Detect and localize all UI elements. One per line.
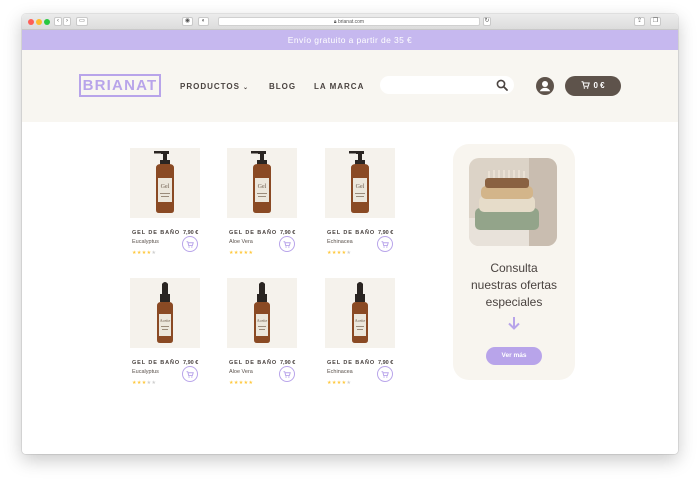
maximize-window-button[interactable] bbox=[44, 19, 50, 25]
rating-stars: ★★★★★ bbox=[327, 380, 352, 386]
share-icon[interactable]: ⇪ bbox=[634, 17, 645, 26]
tabs-icon[interactable]: ❐ bbox=[650, 17, 661, 26]
browser-window: ‹ › ▭ ◉ ◐ 🔒︎ brianat.com ↻ ⇪ ❐ Envío gra… bbox=[22, 14, 678, 454]
add-to-cart-button[interactable] bbox=[377, 236, 393, 252]
product-name[interactable]: GEL DE BAÑO bbox=[132, 360, 180, 366]
add-to-cart-button[interactable] bbox=[279, 366, 295, 382]
rating-stars: ★★★★★ bbox=[229, 380, 254, 386]
product-variant: Aloe Vera bbox=[229, 239, 253, 245]
svg-text:Aceite: Aceite bbox=[160, 318, 171, 323]
user-account-icon[interactable] bbox=[536, 77, 554, 95]
arrow-down-icon bbox=[508, 317, 520, 330]
product-image[interactable]: Gel bbox=[325, 148, 395, 218]
svg-text:Gel: Gel bbox=[161, 184, 170, 190]
product-card[interactable]: Gel GEL DE BAÑO 7,90 € Eucalyptus ★★★★★ bbox=[130, 148, 202, 256]
cart-icon bbox=[581, 81, 591, 89]
nav-blog[interactable]: BLOG bbox=[269, 82, 296, 91]
add-to-cart-button[interactable] bbox=[182, 366, 198, 382]
product-name[interactable]: GEL DE BAÑO bbox=[132, 230, 180, 236]
lock-icon: 🔒︎ bbox=[333, 19, 337, 25]
search-icon[interactable] bbox=[496, 79, 508, 91]
rating-stars: ★★★★★ bbox=[229, 250, 254, 256]
privacy-icon[interactable]: ◉ bbox=[182, 17, 193, 26]
product-variant: Echinacea bbox=[327, 369, 353, 375]
site-header: BRIANAT PRODUCTOS ⌄ BLOG LA MARCA 0 € bbox=[22, 50, 678, 122]
product-name[interactable]: GEL DE BAÑO bbox=[327, 230, 375, 236]
product-card[interactable]: Aceite GEL DE BAÑO 7,90 € Eucalyptus ★★★★★ bbox=[130, 278, 202, 386]
product-image[interactable]: Aceite bbox=[325, 278, 395, 348]
offers-text: Consulta nuestras ofertas especiales bbox=[453, 260, 575, 311]
cart-icon bbox=[186, 370, 194, 378]
product-name[interactable]: GEL DE BAÑO bbox=[229, 230, 277, 236]
offers-text-line: Consulta bbox=[490, 261, 538, 275]
product-variant: Eucalyptus bbox=[132, 239, 159, 245]
product-variant: Eucalyptus bbox=[132, 369, 159, 375]
main-content: Gel GEL DE BAÑO 7,90 € Eucalyptus ★★★★★ Gel GE… bbox=[22, 122, 678, 454]
rating-stars: ★★★★★ bbox=[132, 250, 157, 256]
product-card[interactable]: Aceite GEL DE BAÑO 7,90 € Echinacea ★★★★★ bbox=[325, 278, 397, 386]
search-input[interactable] bbox=[380, 76, 514, 94]
offers-text-line: especiales bbox=[485, 295, 543, 309]
product-card[interactable]: Gel GEL DE BAÑO 7,90 € Echinacea ★★★★★ bbox=[325, 148, 397, 256]
promo-banner: Envío gratuito a partir de 35 € bbox=[22, 30, 678, 50]
cart-icon bbox=[283, 370, 291, 378]
minimize-window-button[interactable] bbox=[36, 19, 42, 25]
product-image[interactable]: Aceite bbox=[227, 278, 297, 348]
add-to-cart-button[interactable] bbox=[279, 236, 295, 252]
address-text: brianat.com bbox=[337, 19, 365, 25]
cart-icon bbox=[381, 370, 389, 378]
cart-icon bbox=[186, 240, 194, 248]
cart-icon bbox=[381, 240, 389, 248]
nav-la-marca[interactable]: LA MARCA bbox=[314, 82, 364, 91]
soap-image bbox=[469, 158, 557, 246]
add-to-cart-button[interactable] bbox=[182, 236, 198, 252]
product-name[interactable]: GEL DE BAÑO bbox=[229, 360, 277, 366]
nav-productos-label: PRODUCTOS bbox=[180, 82, 240, 91]
cart-total: 0 € bbox=[593, 81, 605, 90]
browser-titlebar: ‹ › ▭ ◉ ◐ 🔒︎ brianat.com ↻ ⇪ ❐ bbox=[22, 14, 678, 30]
cart-icon bbox=[283, 240, 291, 248]
sidebar-icon[interactable]: ▭ bbox=[76, 17, 88, 26]
product-image[interactable]: Gel bbox=[227, 148, 297, 218]
back-icon[interactable]: ‹ bbox=[54, 17, 62, 26]
cart-button[interactable]: 0 € bbox=[565, 76, 621, 96]
offers-text-line: nuestras ofertas bbox=[470, 278, 558, 292]
forward-icon[interactable]: › bbox=[63, 17, 71, 26]
svg-text:Aceite: Aceite bbox=[355, 318, 366, 323]
reload-icon[interactable]: ↻ bbox=[483, 17, 491, 26]
product-card[interactable]: Aceite GEL DE BAÑO 7,90 € Aloe Vera ★★★★★ bbox=[227, 278, 299, 386]
product-variant: Echinacea bbox=[327, 239, 353, 245]
svg-text:Gel: Gel bbox=[356, 184, 365, 190]
offers-card: Consulta nuestras ofertas especiales Ver… bbox=[453, 144, 575, 380]
brand-logo[interactable]: BRIANAT bbox=[79, 74, 161, 97]
promo-text: Envío gratuito a partir de 35 € bbox=[287, 35, 413, 45]
reader-icon[interactable]: ◐ bbox=[198, 17, 209, 26]
product-image[interactable]: Gel bbox=[130, 148, 200, 218]
rating-stars: ★★★★★ bbox=[327, 250, 352, 256]
nav-productos[interactable]: PRODUCTOS ⌄ bbox=[180, 82, 249, 91]
address-bar[interactable]: 🔒︎ brianat.com bbox=[218, 17, 480, 26]
svg-text:Gel: Gel bbox=[258, 184, 267, 190]
add-to-cart-button[interactable] bbox=[377, 366, 393, 382]
rating-stars: ★★★★★ bbox=[132, 380, 157, 386]
product-variant: Aloe Vera bbox=[229, 369, 253, 375]
product-image[interactable]: Aceite bbox=[130, 278, 200, 348]
ver-mas-button[interactable]: Ver más bbox=[486, 347, 542, 365]
product-card[interactable]: Gel GEL DE BAÑO 7,90 € Aloe Vera ★★★★★ bbox=[227, 148, 299, 256]
product-name[interactable]: GEL DE BAÑO bbox=[327, 360, 375, 366]
svg-text:Aceite: Aceite bbox=[257, 318, 268, 323]
close-window-button[interactable] bbox=[28, 19, 34, 25]
chevron-down-icon: ⌄ bbox=[242, 85, 249, 91]
